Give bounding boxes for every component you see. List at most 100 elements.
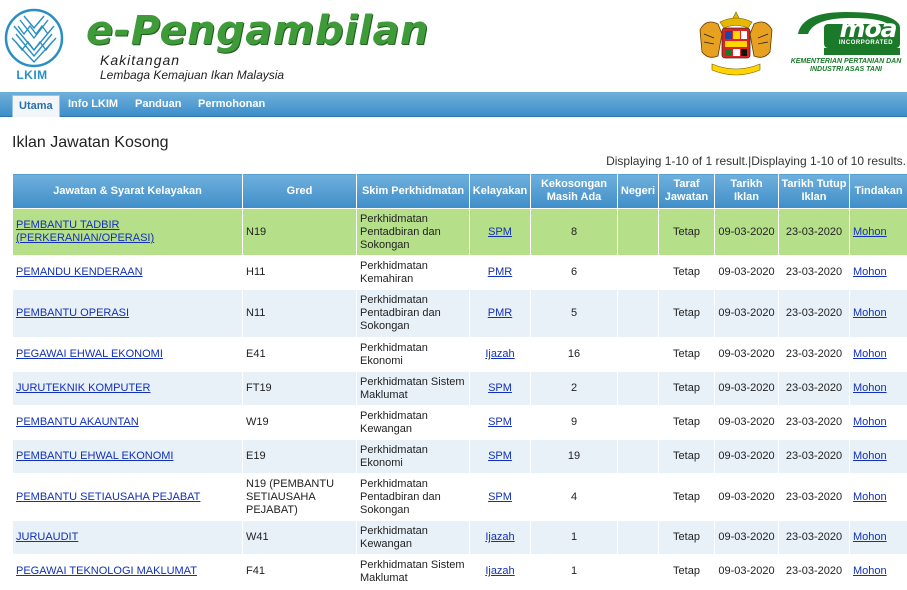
table-row[interactable]: PEMBANTU TADBIR (PERKERANIAN/OPERASI) N1… — [12, 208, 907, 256]
cell-tarikh-iklan: 09-03-2020 — [714, 208, 779, 256]
apply-link[interactable]: Mohon — [853, 307, 887, 319]
job-title-link[interactable]: PEMBANTU SETIAUSAHA PEJABAT — [16, 491, 200, 503]
qualification-link[interactable]: Ijazah — [485, 565, 514, 577]
cell-kekosongan: 5 — [530, 289, 618, 338]
cell-kelayakan: Ijazah — [469, 337, 531, 372]
nav-utama[interactable]: Utama — [12, 95, 60, 117]
cell-tarikh-iklan: 09-03-2020 — [714, 473, 779, 521]
table-row[interactable]: PEMBANTU SETIAUSAHA PEJABAT N19 (PEMBANT… — [12, 473, 907, 521]
job-title-link[interactable]: JURUTEKNIK KOMPUTER — [16, 382, 150, 394]
nav-permohonan[interactable]: Permohonan — [192, 92, 271, 117]
apply-link[interactable]: Mohon — [853, 491, 887, 503]
col-header-kelayakan[interactable]: Kelayakan — [469, 173, 531, 209]
table-row[interactable]: PEMBANTU EHWAL EKONOMI E19 Perkhidmatan … — [12, 439, 907, 474]
lkim-logo-label: LKIM — [16, 68, 48, 82]
apply-link[interactable]: Mohon — [853, 226, 887, 238]
cell-kelayakan: SPM — [469, 473, 531, 521]
col-header-taraf[interactable]: Taraf Jawatan — [658, 173, 715, 209]
cell-kelayakan: Ijazah — [469, 554, 531, 589]
cell-skim: Perkhidmatan Sistem Maklumat — [356, 371, 470, 406]
cell-tindakan: Mohon — [849, 520, 907, 555]
apply-link[interactable]: Mohon — [853, 531, 887, 543]
qualification-link[interactable]: SPM — [488, 416, 512, 428]
col-header-gred[interactable]: Gred — [242, 173, 357, 209]
table-row[interactable]: PEMBANTU OPERASI N11 Perkhidmatan Pentad… — [12, 289, 907, 338]
main-navbar: Utama Info LKIM Panduan Permohonan — [0, 92, 907, 117]
col-header-negeri[interactable]: Negeri — [617, 173, 659, 209]
cell-jawatan: PEGAWAI TEKNOLOGI MAKLUMAT — [12, 554, 243, 589]
job-title-link[interactable]: PEMBANTU AKAUNTAN — [16, 416, 139, 428]
table-row[interactable]: PEGAWAI EHWAL EKONOMI E41 Perkhidmatan E… — [12, 337, 907, 372]
cell-tindakan: Mohon — [849, 473, 907, 521]
cell-tarikh-iklan: 09-03-2020 — [714, 439, 779, 474]
cell-tindakan: Mohon — [849, 439, 907, 474]
apply-link[interactable]: Mohon — [853, 266, 887, 278]
table-row[interactable]: PEMBANTU AKAUNTAN W19 Perkhidmatan Kewan… — [12, 405, 907, 440]
cell-tarikh-iklan: 09-03-2020 — [714, 255, 779, 290]
job-title-link[interactable]: PEMBANTU EHWAL EKONOMI — [16, 450, 173, 462]
cell-gred: FT19 — [242, 371, 357, 406]
job-title-link[interactable]: PEMANDU KENDERAAN — [16, 266, 143, 278]
apply-link[interactable]: Mohon — [853, 416, 887, 428]
results-summary: Displaying 1-10 of 1 result.|Displaying … — [606, 154, 906, 168]
cell-tindakan: Mohon — [849, 337, 907, 372]
col-header-tarikh-tutup[interactable]: Tarikh Tutup Iklan — [778, 173, 850, 209]
cell-skim: Perkhidmatan Sistem Maklumat — [356, 554, 470, 589]
cell-taraf: Tetap — [658, 337, 715, 372]
cell-kekosongan: 16 — [530, 337, 618, 372]
qualification-link[interactable]: PMR — [488, 307, 512, 319]
cell-kelayakan: SPM — [469, 439, 531, 474]
job-title-link[interactable]: PEMBANTU OPERASI — [16, 307, 129, 319]
table-row[interactable]: PEGAWAI TEKNOLOGI MAKLUMAT F41 Perkhidma… — [12, 554, 907, 589]
cell-skim: Perkhidmatan Pentadbiran dan Sokongan — [356, 473, 470, 521]
nav-info-lkim[interactable]: Info LKIM — [62, 92, 124, 117]
cell-skim: Perkhidmatan Kewangan — [356, 520, 470, 555]
nav-panduan[interactable]: Panduan — [129, 92, 187, 117]
site-subtitle-kakitangan: Kakitangan — [100, 52, 181, 68]
cell-kekosongan: 6 — [530, 255, 618, 290]
cell-negeri — [617, 371, 659, 406]
qualification-link[interactable]: Ijazah — [485, 531, 514, 543]
cell-tarikh-iklan: 09-03-2020 — [714, 520, 779, 555]
cell-tindakan: Mohon — [849, 255, 907, 290]
cell-jawatan: PEMBANTU SETIAUSAHA PEJABAT — [12, 473, 243, 521]
col-header-tarikh-iklan[interactable]: Tarikh Iklan — [714, 173, 779, 209]
apply-link[interactable]: Mohon — [853, 450, 887, 462]
cell-taraf: Tetap — [658, 554, 715, 589]
qualification-link[interactable]: SPM — [488, 226, 512, 238]
cell-kelayakan: Ijazah — [469, 520, 531, 555]
cell-jawatan: JURUAUDIT — [12, 520, 243, 555]
col-header-jawatan[interactable]: Jawatan & Syarat Kelayakan — [12, 173, 243, 209]
site-title: e-Pengambilan — [86, 8, 429, 54]
qualification-link[interactable]: SPM — [488, 450, 512, 462]
page-header: LKIM e-Pengambilan Kakitangan Lembaga Ke… — [0, 0, 907, 92]
cell-kelayakan: SPM — [469, 371, 531, 406]
job-title-link[interactable]: PEMBANTU TADBIR (PERKERANIAN/OPERASI) — [16, 219, 154, 244]
cell-tarikh-tutup: 23-03-2020 — [778, 289, 850, 338]
qualification-link[interactable]: SPM — [488, 382, 512, 394]
col-header-tindakan: Tindakan — [849, 173, 907, 209]
apply-link[interactable]: Mohon — [853, 382, 887, 394]
cell-gred: F41 — [242, 554, 357, 589]
apply-link[interactable]: Mohon — [853, 565, 887, 577]
qualification-link[interactable]: SPM — [488, 491, 512, 503]
cell-kelayakan: SPM — [469, 405, 531, 440]
cell-taraf: Tetap — [658, 208, 715, 256]
cell-kelayakan: PMR — [469, 289, 531, 338]
qualification-link[interactable]: PMR — [488, 266, 512, 278]
apply-link[interactable]: Mohon — [853, 348, 887, 360]
qualification-link[interactable]: Ijazah — [485, 348, 514, 360]
cell-negeri — [617, 289, 659, 338]
cell-tarikh-tutup: 23-03-2020 — [778, 255, 850, 290]
table-row[interactable]: JURUTEKNIK KOMPUTER FT19 Perkhidmatan Si… — [12, 371, 907, 406]
table-row[interactable]: JURUAUDIT W41 Perkhidmatan Kewangan Ijaz… — [12, 520, 907, 555]
col-header-kekosongan[interactable]: Kekosongan Masih Ada — [530, 173, 618, 209]
col-header-skim[interactable]: Skim Perkhidmatan — [356, 173, 470, 209]
job-title-link[interactable]: PEGAWAI TEKNOLOGI MAKLUMAT — [16, 565, 197, 577]
table-row[interactable]: PEMANDU KENDERAAN H11 Perkhidmatan Kemah… — [12, 255, 907, 290]
job-title-link[interactable]: PEGAWAI EHWAL EKONOMI — [16, 348, 163, 360]
site-subtitle-agency: Lembaga Kemajuan Ikan Malaysia — [100, 68, 285, 82]
job-title-link[interactable]: JURUAUDIT — [16, 531, 78, 543]
cell-tarikh-iklan: 09-03-2020 — [714, 371, 779, 406]
cell-gred: N19 (PEMBANTU SETIAUSAHA PEJABAT) — [242, 473, 357, 521]
